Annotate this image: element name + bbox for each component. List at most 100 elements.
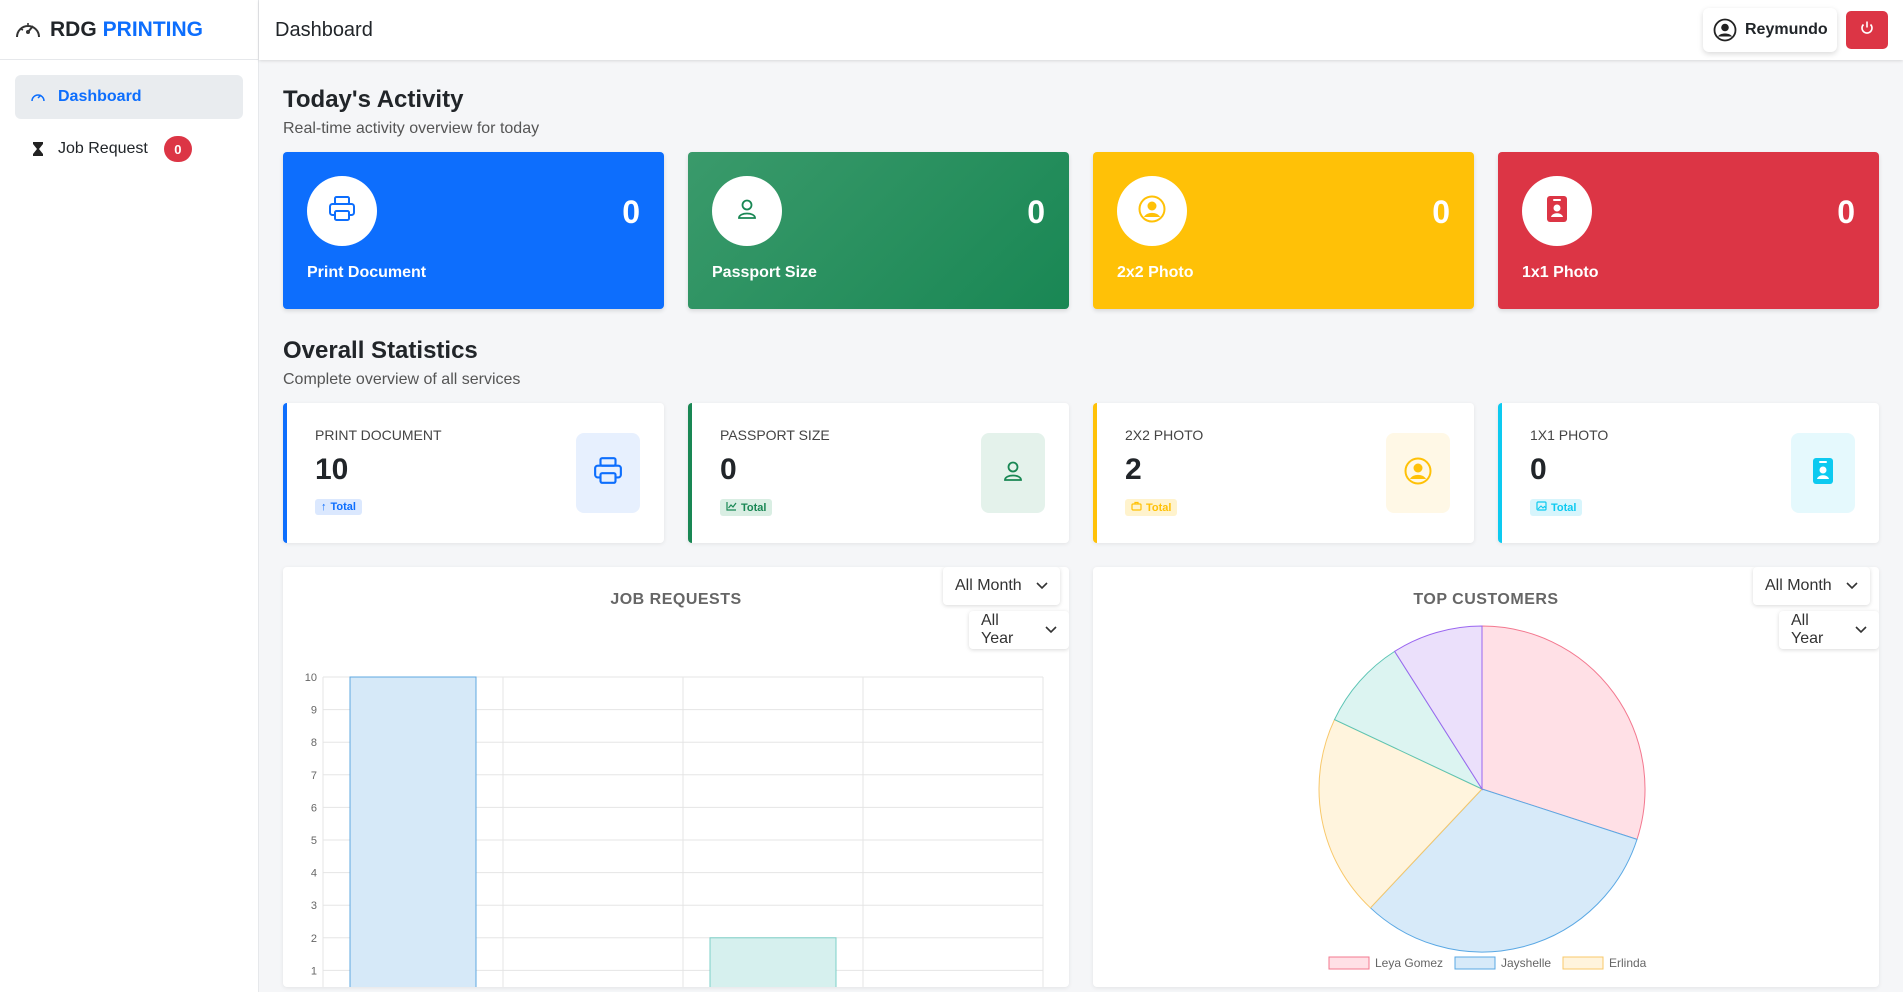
total-tag: Total [720, 499, 773, 516]
y-tick-label: 1 [311, 965, 317, 977]
sidebar-item-label: Job Request [58, 140, 148, 157]
legend-label: Jayshelle [1501, 956, 1551, 970]
stat-icon-wrapper [1791, 433, 1855, 513]
activity-card-passport-size[interactable]: 0 Passport Size [688, 152, 1069, 309]
tag-label: Total [1146, 501, 1172, 514]
main-content: Today's Activity Real-time activity over… [283, 60, 1881, 987]
stat-value: 0 [1530, 453, 1547, 486]
stat-value: 10 [315, 453, 349, 486]
bar [349, 676, 477, 987]
sidebar-item-dashboard[interactable]: Dashboard [15, 75, 243, 119]
activity-count: 0 [1432, 194, 1450, 230]
activity-label: 1x1 Photo [1522, 264, 1599, 281]
activity-icon-wrapper [1522, 176, 1592, 246]
chart-line-icon [726, 501, 737, 514]
hourglass-icon [30, 141, 46, 157]
tag-label: Total [330, 501, 356, 513]
stat-card-2x2-photo[interactable]: 2X2 PHOTO 2 Total [1093, 403, 1474, 543]
stat-card-print-document[interactable]: PRINT DOCUMENT 10 ↑ Total [283, 403, 664, 543]
activity-card-print-document[interactable]: 0 Print Document [283, 152, 664, 309]
sidebar: RDG PRINTING Dashboard Job Request 0 [0, 0, 259, 992]
stat-card-passport-size[interactable]: PASSPORT SIZE 0 Total [688, 403, 1069, 543]
activity-label: Print Document [307, 264, 427, 281]
stat-value: 2 [1125, 453, 1142, 486]
activity-count: 0 [1837, 194, 1855, 230]
person-icon [734, 196, 760, 227]
job-requests-chart-card: JOB REQUESTS All Month All Year 12345678… [283, 567, 1069, 987]
arrow-up-icon: ↑ [321, 501, 327, 513]
activity-icon-wrapper [712, 176, 782, 246]
tag-label: Total [741, 501, 767, 514]
power-icon [1859, 20, 1875, 41]
sidebar-nav: Dashboard Job Request 0 [0, 60, 258, 171]
stats-subtitle: Complete overview of all services [283, 371, 521, 388]
activity-title: Today's Activity [283, 86, 464, 113]
page-title: Dashboard [275, 18, 373, 41]
briefcase-icon [1131, 501, 1142, 514]
bar [709, 937, 837, 987]
activity-count: 0 [1027, 194, 1045, 230]
activity-subtitle: Real-time activity overview for today [283, 120, 540, 137]
sidebar-item-label: Dashboard [58, 88, 142, 105]
total-tag: Total [1530, 499, 1583, 516]
printer-icon [591, 456, 625, 491]
legend-label: Leya Gomez [1375, 956, 1443, 970]
activity-card-1x1-photo[interactable]: 0 1x1 Photo [1498, 152, 1879, 309]
job-request-count-badge: 0 [163, 136, 192, 162]
job-requests-bar-chart: 1 2 3 4 5 6 7 8 9 10 [305, 672, 1044, 987]
y-tick-label: 3 [311, 900, 317, 912]
image-icon [1536, 501, 1547, 514]
brand[interactable]: RDG PRINTING [0, 0, 258, 60]
y-tick-label: 7 [311, 770, 317, 782]
y-tick-label: 9 [311, 705, 317, 717]
brand-name-part2: PRINTING [102, 17, 204, 41]
y-tick-label: 10 [305, 672, 317, 684]
legend-swatch [1328, 956, 1370, 970]
activity-card-2x2-photo[interactable]: 0 2x2 Photo [1093, 152, 1474, 309]
user-menu-button[interactable]: Reymundo [1703, 8, 1837, 52]
printer-icon [327, 195, 357, 228]
y-tick-label: 8 [311, 737, 317, 749]
total-tag: ↑ Total [315, 499, 362, 515]
top-customers-pie-chart: Leya Gomez Jayshelle Erlinda [1318, 625, 1647, 970]
stats-title: Overall Statistics [283, 337, 478, 364]
y-tick-label: 4 [311, 868, 317, 880]
speedometer-icon [30, 89, 46, 105]
legend-swatch [1562, 956, 1604, 970]
stat-card-1x1-photo[interactable]: 1X1 PHOTO 0 Total [1498, 403, 1879, 543]
user-circle-icon [1713, 18, 1737, 42]
sidebar-item-job-request[interactable]: Job Request 0 [15, 127, 243, 171]
brand-name-part1: RDG [50, 17, 97, 41]
y-tick-label: 6 [311, 802, 317, 814]
stat-name: 2X2 PHOTO [1125, 427, 1204, 443]
topbar: Dashboard Reymundo [259, 0, 1903, 60]
activity-label: 2x2 Photo [1117, 264, 1194, 281]
y-tick-label: 5 [311, 835, 317, 847]
user-circle-icon [1137, 194, 1167, 229]
activity-count: 0 [622, 194, 640, 230]
id-badge-icon [1811, 456, 1835, 491]
stat-icon-wrapper [981, 433, 1045, 513]
stat-name: 1X1 PHOTO [1530, 427, 1609, 443]
top-customers-chart-card: TOP CUSTOMERS All Month All Year Leya Go… [1093, 567, 1879, 987]
stat-icon-wrapper [576, 433, 640, 513]
stat-icon-wrapper [1386, 433, 1450, 513]
logout-button[interactable] [1846, 11, 1888, 49]
activity-label: Passport Size [712, 264, 817, 281]
activity-icon-wrapper [1117, 176, 1187, 246]
stat-name: PASSPORT SIZE [720, 427, 830, 443]
stat-name: PRINT DOCUMENT [315, 427, 442, 443]
y-tick-label: 2 [311, 933, 317, 945]
tag-label: Total [1551, 501, 1577, 514]
activity-icon-wrapper [307, 176, 377, 246]
legend-swatch [1454, 956, 1496, 970]
id-badge-icon [1545, 194, 1569, 229]
person-icon [1000, 458, 1026, 489]
user-name: Reymundo [1745, 21, 1828, 38]
activity-cards: 0 Print Document 0 Passport Size 0 2x2 P… [283, 152, 1881, 309]
charts-row: JOB REQUESTS All Month All Year 12345678… [283, 567, 1881, 987]
user-circle-icon [1403, 456, 1433, 491]
legend-label: Erlinda [1609, 956, 1647, 970]
stat-value: 0 [720, 453, 737, 486]
speedometer-icon [14, 18, 44, 42]
